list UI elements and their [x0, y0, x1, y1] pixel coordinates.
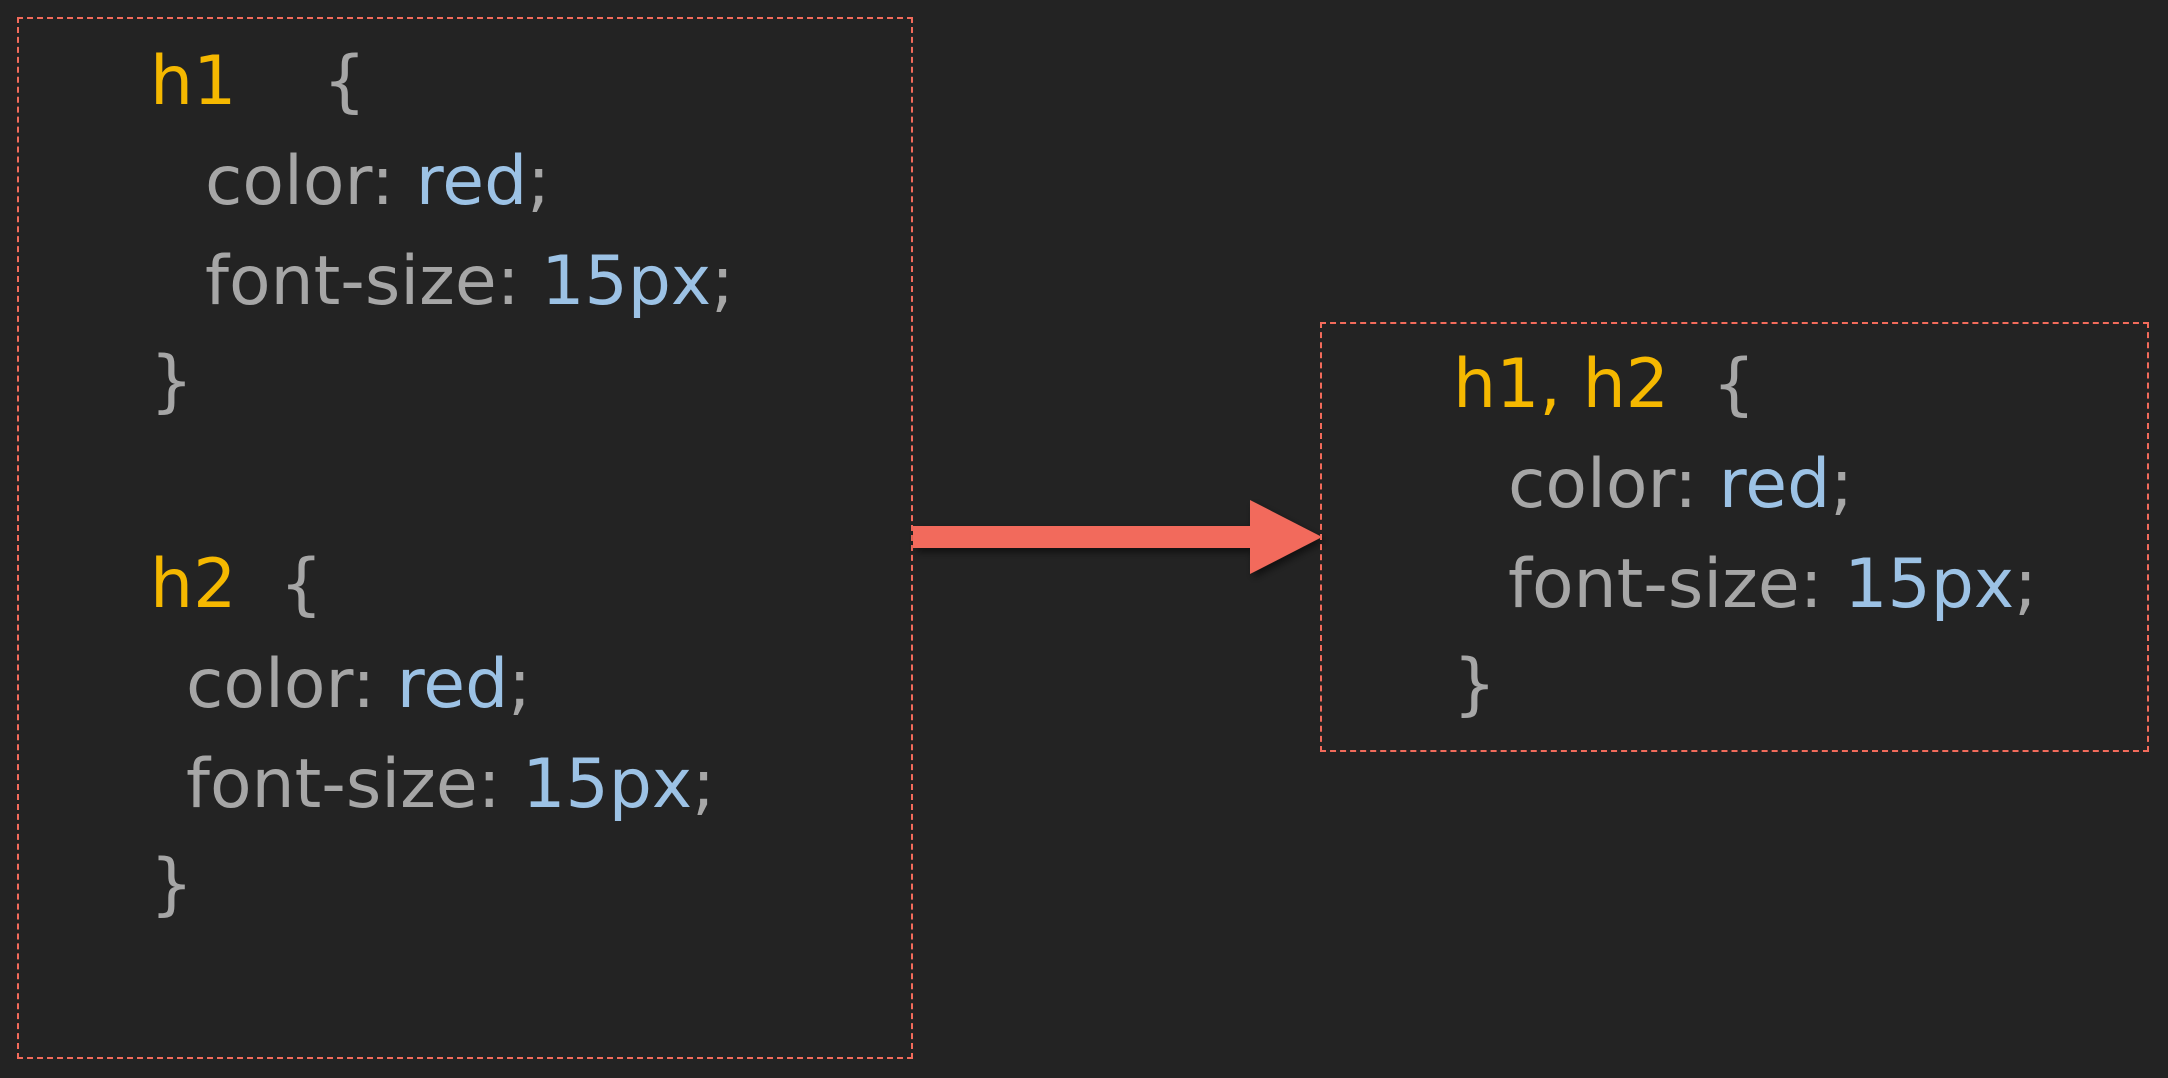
combined-font-size-declaration: font-size: 15px; — [1508, 545, 2037, 625]
combined-font-size-value: 15px — [1844, 545, 2015, 624]
combined-selector-h2: h2 — [1582, 345, 1669, 424]
arrow-shaft — [913, 526, 1253, 548]
selector-separator: , — [1539, 345, 1583, 424]
arrow-head — [1250, 500, 1322, 574]
combined-open-brace: { — [1712, 345, 1756, 424]
combined-color-property: color: — [1508, 445, 1719, 524]
combined-font-size-semicolon: ; — [2014, 545, 2038, 624]
combined-font-size-property: font-size: — [1508, 545, 1845, 624]
combined-rule-header: h1, h2 { — [1453, 345, 1755, 425]
combined-close-brace: } — [1453, 645, 1497, 724]
combined-color-value: red — [1718, 445, 1831, 524]
combined-color-semicolon: ; — [1830, 445, 1854, 524]
combined-selector-h1: h1 — [1453, 345, 1540, 424]
combined-color-declaration: color: red; — [1508, 445, 1853, 525]
